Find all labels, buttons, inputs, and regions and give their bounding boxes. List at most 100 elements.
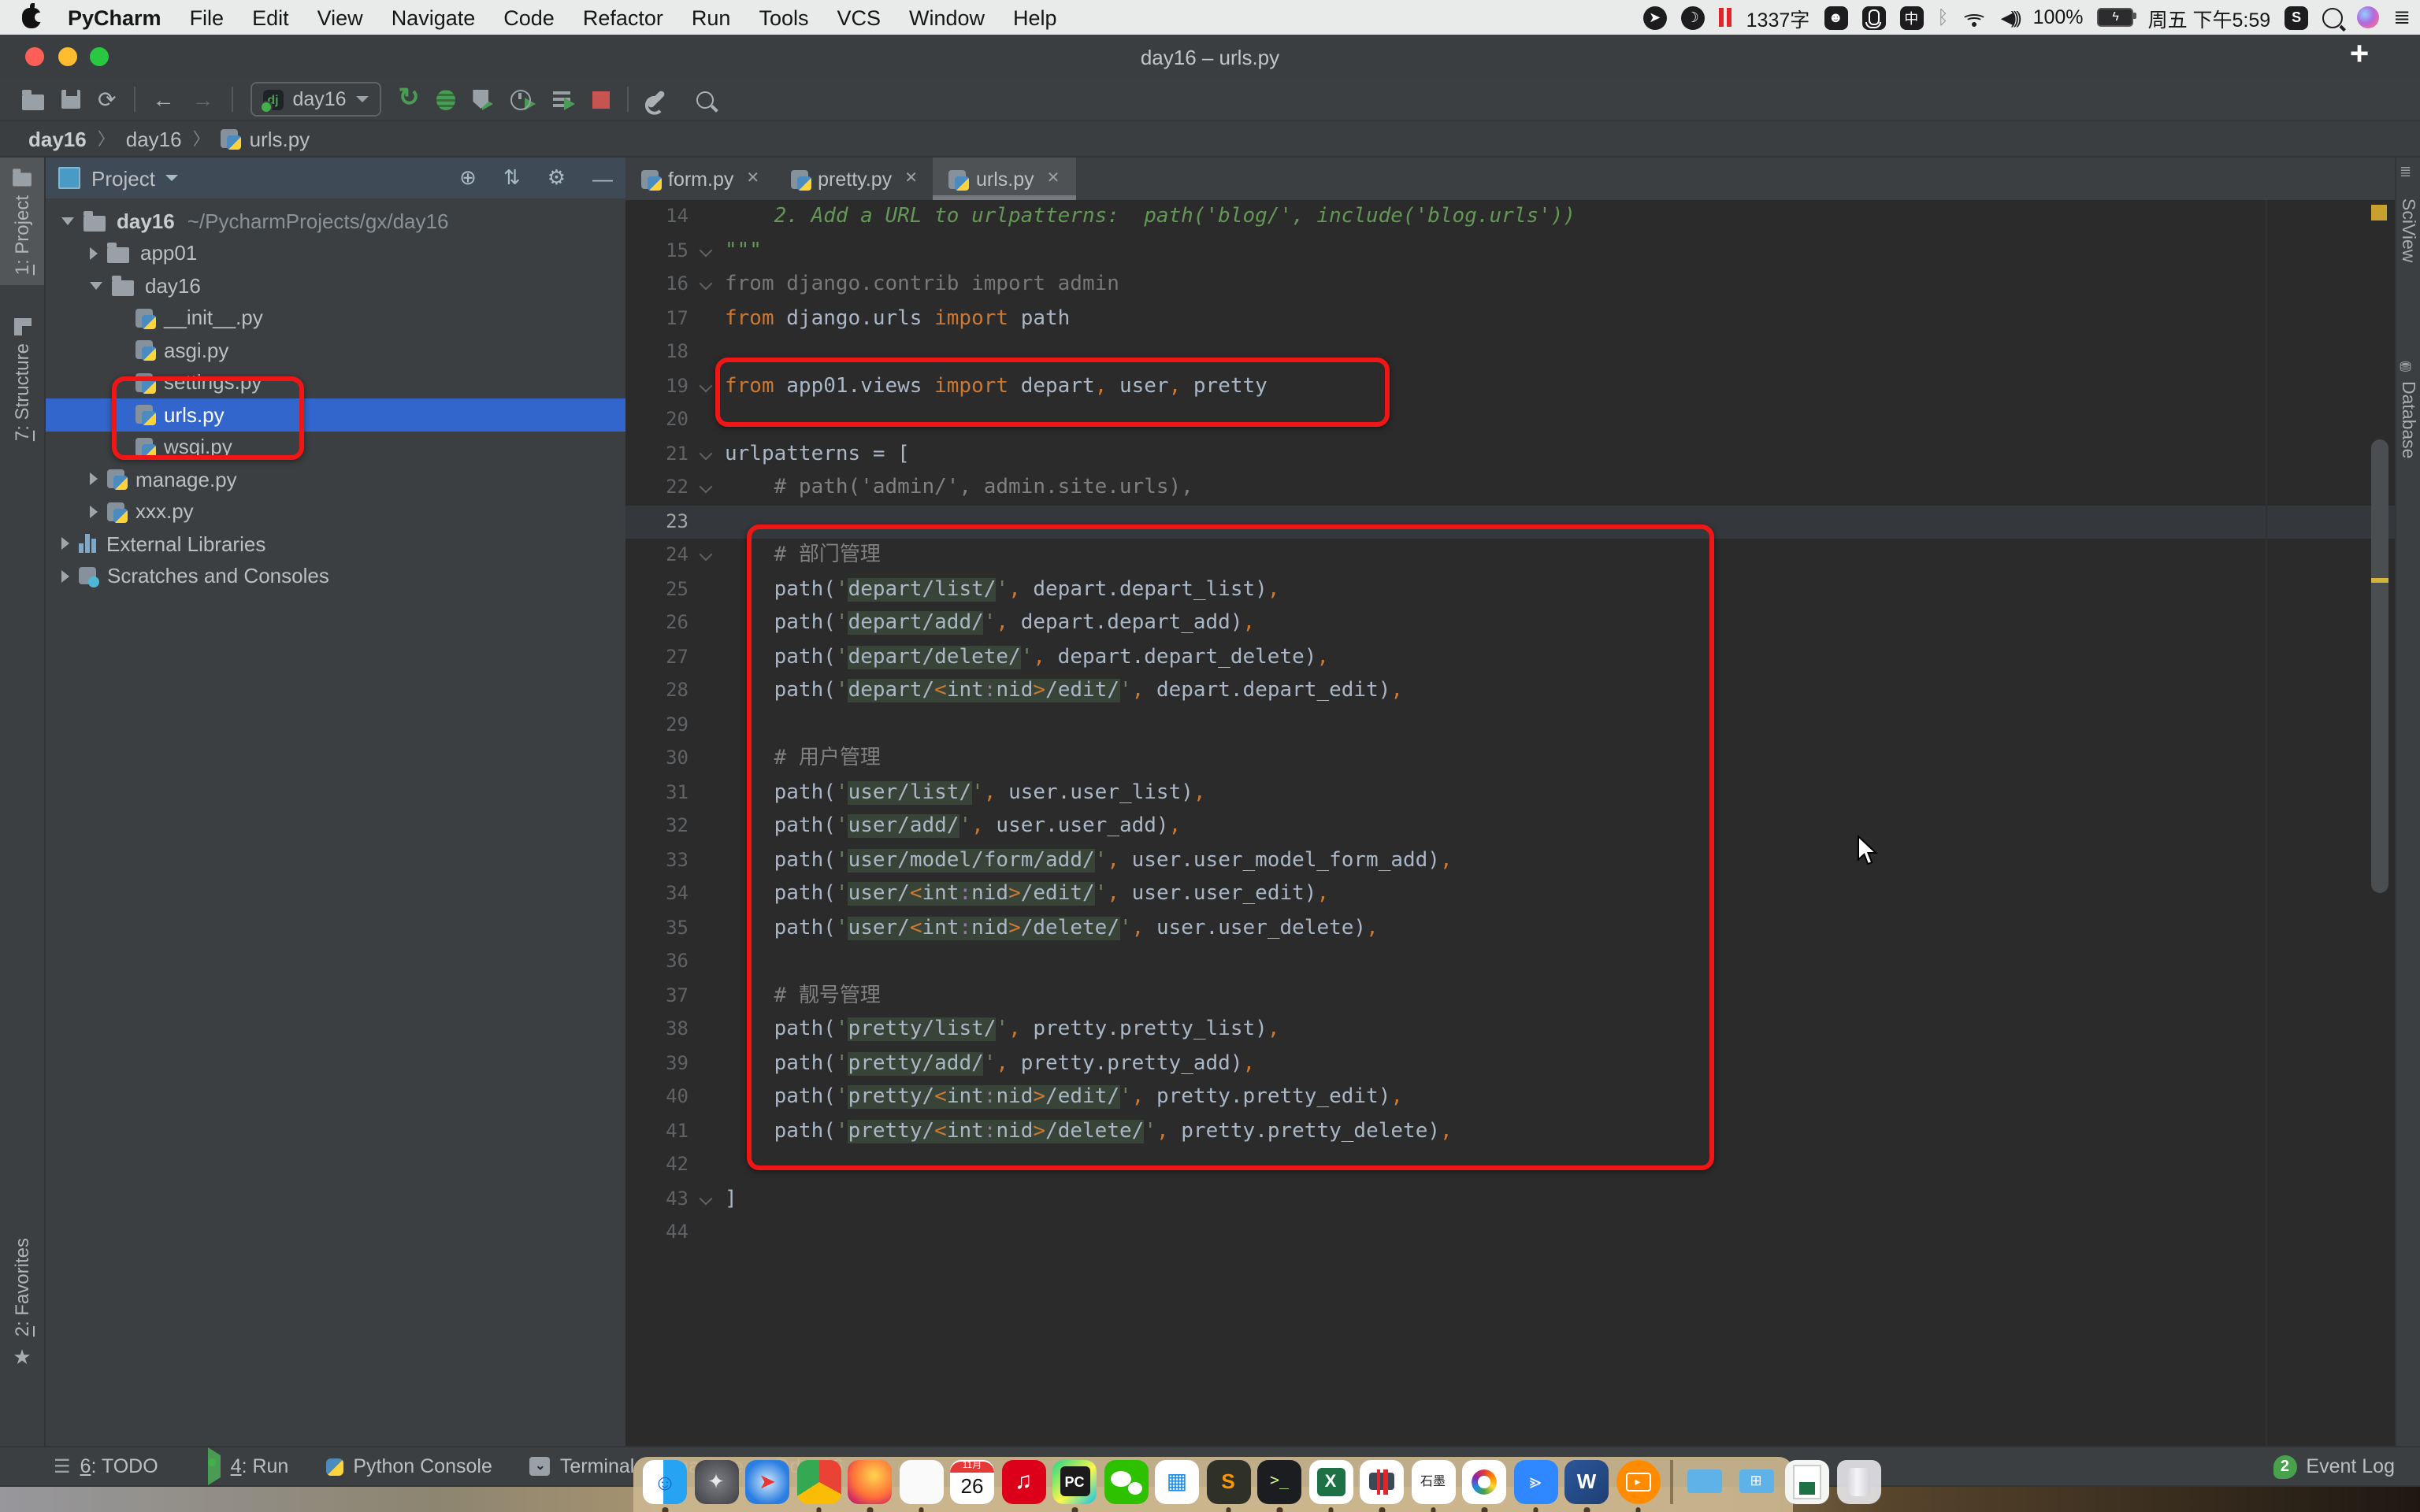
dock-video-app-icon[interactable]: ▸ bbox=[1616, 1459, 1660, 1512]
close-icon[interactable]: ✕ bbox=[746, 170, 759, 187]
dock-excel-icon[interactable]: X bbox=[1308, 1459, 1353, 1512]
fold-marker-icon[interactable] bbox=[689, 1182, 725, 1216]
code-area[interactable]: 14 2. Add a URL to urlpatterns: path('bl… bbox=[625, 200, 2395, 1446]
concurrency-run-button[interactable] bbox=[553, 89, 576, 109]
tree-arrow-icon[interactable] bbox=[61, 537, 69, 550]
dock-shimo-icon[interactable]: 石墨 bbox=[1411, 1459, 1455, 1512]
menu-item-file[interactable]: File bbox=[176, 6, 239, 29]
menu-item-help[interactable]: Help bbox=[999, 6, 1071, 29]
collapse-all-icon[interactable]: ⇅ bbox=[503, 165, 521, 191]
settings-wrench-icon[interactable] bbox=[647, 89, 666, 109]
code-line-15[interactable]: 15 """ bbox=[625, 234, 2395, 268]
dock-parallels-desktop-icon[interactable] bbox=[1360, 1459, 1404, 1512]
wifi-icon[interactable] bbox=[1962, 9, 1988, 26]
dock-safari-icon[interactable]: ➤ bbox=[745, 1459, 789, 1503]
close-icon[interactable]: ✕ bbox=[904, 170, 918, 187]
locate-file-icon[interactable]: ⊕ bbox=[459, 165, 477, 191]
dock-folder-windows-icon[interactable]: ⊞ bbox=[1734, 1459, 1778, 1503]
toolwindow-favorites-button[interactable]: 2: Favorites ★ bbox=[0, 1228, 44, 1379]
chinese-input-icon[interactable]: 中 bbox=[1899, 6, 1924, 29]
line-number[interactable]: 29 bbox=[625, 708, 689, 742]
s-app-icon[interactable]: S bbox=[2285, 6, 2309, 29]
menu-item-pycharm[interactable]: PyCharm bbox=[54, 6, 176, 29]
emoji-input-icon[interactable]: ☻ bbox=[1824, 6, 1848, 29]
breadcrumb-package[interactable]: day16 bbox=[126, 127, 182, 150]
panel-gear-icon[interactable]: ⚙ bbox=[547, 165, 566, 191]
dock-firefox-icon[interactable] bbox=[848, 1459, 892, 1512]
tree-arrow-icon[interactable] bbox=[61, 569, 69, 583]
line-number[interactable]: 21 bbox=[625, 437, 689, 471]
dock-sublime-text-icon[interactable]: S bbox=[1206, 1459, 1250, 1512]
dock-keynote-icon[interactable]: ▦ bbox=[1155, 1459, 1199, 1503]
code-line-19[interactable]: 19 from app01.views import depart, user, … bbox=[625, 369, 2395, 403]
tree-item-urls-py[interactable]: urls.py bbox=[46, 398, 625, 431]
code-line-44[interactable]: 44 bbox=[625, 1216, 2395, 1250]
tree-item-xxx-py[interactable]: xxx.py bbox=[46, 495, 625, 528]
tab-form-py[interactable]: form.py ✕ bbox=[625, 158, 775, 200]
code-line-23[interactable]: 23 bbox=[625, 505, 2395, 539]
line-number[interactable]: 40 bbox=[625, 1080, 689, 1114]
line-number[interactable]: 14 bbox=[625, 200, 689, 234]
code-line-25[interactable]: 25 path('depart/list/', depart.depart_li… bbox=[625, 573, 2395, 606]
dock-word-icon[interactable]: W bbox=[1564, 1459, 1609, 1512]
code-line-34[interactable]: 34 path('user/<int:nid>/edit/', user.use… bbox=[625, 877, 2395, 911]
line-number[interactable]: 18 bbox=[625, 335, 689, 369]
code-line-35[interactable]: 35 path('user/<int:nid>/delete/', user.u… bbox=[625, 911, 2395, 945]
profiler-button[interactable] bbox=[510, 89, 536, 109]
tree-item-day16[interactable]: day16 ~/PycharmProjects/gx/day16 bbox=[46, 205, 625, 237]
line-number[interactable]: 26 bbox=[625, 606, 689, 640]
moon-app-icon[interactable]: ☽ bbox=[1680, 6, 1705, 29]
dock-colorful-knot-app-icon[interactable] bbox=[1462, 1459, 1506, 1512]
line-number[interactable]: 41 bbox=[625, 1114, 689, 1148]
code-line-18[interactable]: 18 bbox=[625, 335, 2395, 369]
tree-arrow-icon[interactable] bbox=[90, 472, 98, 486]
code-line-22[interactable]: 22 # path('admin/', admin.site.urls), bbox=[625, 471, 2395, 505]
line-number[interactable]: 43 bbox=[625, 1182, 689, 1216]
tree-arrow-icon[interactable] bbox=[61, 217, 74, 225]
volume-icon[interactable]: ◀))) bbox=[2001, 7, 2022, 28]
fold-marker-icon[interactable] bbox=[689, 471, 725, 505]
tree-item-manage-py[interactable]: manage.py bbox=[46, 463, 625, 495]
line-number[interactable]: 16 bbox=[625, 268, 689, 302]
tree-item-day16[interactable]: day16 bbox=[46, 269, 625, 302]
dock-wechat-icon[interactable] bbox=[1104, 1459, 1148, 1503]
code-line-21[interactable]: 21 urlpatterns = [ bbox=[625, 437, 2395, 471]
code-line-33[interactable]: 33 path('user/model/form/add/', user.use… bbox=[625, 843, 2395, 877]
save-all-button[interactable] bbox=[61, 90, 80, 109]
code-line-24[interactable]: 24 # 部门管理 bbox=[625, 539, 2395, 573]
line-number[interactable]: 42 bbox=[625, 1148, 689, 1182]
code-line-20[interactable]: 20 bbox=[625, 403, 2395, 437]
menu-item-navigate[interactable]: Navigate bbox=[377, 6, 490, 29]
fold-marker-icon[interactable] bbox=[689, 268, 725, 302]
toolwindow-structure-button[interactable]: 7: Structure bbox=[0, 309, 44, 450]
code-line-16[interactable]: 16 from django.contrib import admin bbox=[625, 268, 2395, 302]
code-line-37[interactable]: 37 # 靓号管理 bbox=[625, 979, 2395, 1013]
code-line-26[interactable]: 26 path('depart/add/', depart.depart_add… bbox=[625, 606, 2395, 640]
editor-area[interactable]: form.py ✕ pretty.py ✕ urls.py ✕ 14 2. Add a U… bbox=[625, 158, 2395, 1446]
code-line-29[interactable]: 29 bbox=[625, 708, 2395, 742]
menu-item-edit[interactable]: Edit bbox=[238, 6, 303, 29]
scrollbar-thumb[interactable] bbox=[2371, 439, 2388, 893]
toolwindow-database-button[interactable]: Database bbox=[2398, 381, 2417, 458]
fold-marker-icon[interactable] bbox=[689, 369, 725, 403]
dock-folder-blue-icon[interactable] bbox=[1683, 1459, 1727, 1503]
menu-item-run[interactable]: Run bbox=[677, 6, 745, 29]
menu-item-view[interactable]: View bbox=[303, 6, 377, 29]
line-number[interactable]: 35 bbox=[625, 911, 689, 945]
dock-netease-music-icon[interactable]: ♫ bbox=[1001, 1459, 1045, 1503]
code-line-38[interactable]: 38 path('pretty/list/', pretty.pretty_li… bbox=[625, 1013, 2395, 1047]
line-number[interactable]: 31 bbox=[625, 776, 689, 810]
dock-excel-file-icon[interactable] bbox=[1785, 1459, 1829, 1503]
line-number[interactable]: 44 bbox=[625, 1216, 689, 1250]
code-line-28[interactable]: 28 path('depart/<int:nid>/edit/', depart… bbox=[625, 674, 2395, 708]
sync-button[interactable]: ⟳ bbox=[98, 88, 116, 110]
stop-button[interactable] bbox=[592, 91, 611, 108]
tab-urls-py[interactable]: urls.py ✕ bbox=[933, 158, 1076, 200]
apple-menu-icon[interactable] bbox=[22, 2, 44, 28]
code-line-31[interactable]: 31 path('user/list/', user.user_list), bbox=[625, 776, 2395, 810]
dock-pycharm-icon[interactable]: PC bbox=[1052, 1459, 1097, 1512]
line-number[interactable]: 33 bbox=[625, 843, 689, 877]
run-button[interactable]: ↻ bbox=[399, 86, 420, 111]
line-number[interactable]: 38 bbox=[625, 1013, 689, 1047]
dock-trash-icon[interactable] bbox=[1836, 1459, 1880, 1503]
